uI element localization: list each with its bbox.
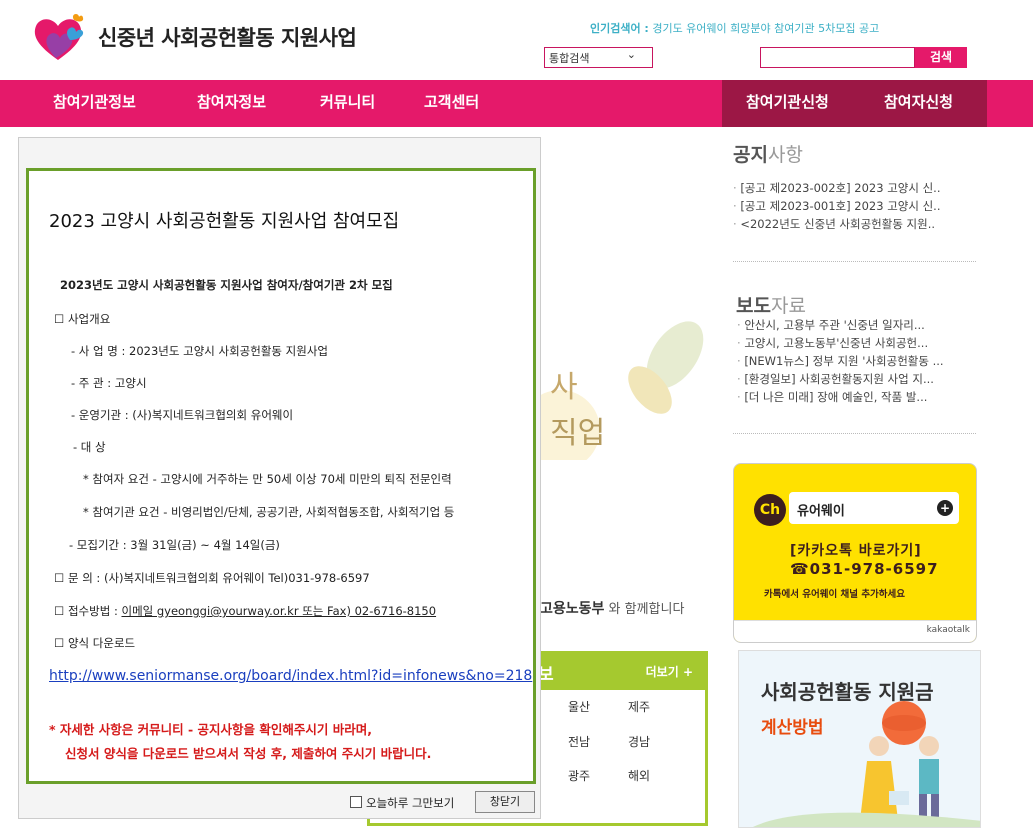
list-item[interactable]: [공고 제2023-001호] 2023 고양시 신.. <box>733 197 968 215</box>
submit-label: ☐ 접수방법 : <box>54 604 122 618</box>
press-list: 안산시, 고용부 주관 '신중년 일자리... 고양시, 고용노동부'신중년 사… <box>737 316 972 406</box>
notice-section-title[interactable]: 공지사항 <box>733 140 803 167</box>
ministry-name: 고용노동부 <box>540 601 605 617</box>
logo-hearts-icon[interactable] <box>30 10 90 65</box>
press-section-title[interactable]: 보도자료 <box>736 291 806 318</box>
ministry-credit: 고용노동부 와 함께합니다 <box>540 598 684 618</box>
region-gwangju[interactable]: 광주 <box>568 767 590 784</box>
banner-text-2: 직업 <box>550 416 606 451</box>
notice-popup: 2023 고양시 사회공헌활동 지원사업 참여모집 2023년도 고양시 사회공… <box>18 137 541 819</box>
popup-line: ☐ 사업개요 <box>54 312 111 326</box>
press-title-bold: 보도 <box>736 295 771 317</box>
kakao-shortcut: [카카오톡 바로가기] <box>790 543 922 559</box>
popup-subtitle: 2023년도 고양시 사회공헌활동 지원사업 참여자/참여기관 2차 모집 <box>60 278 393 292</box>
search-button[interactable]: 검색 <box>915 47 967 68</box>
popular-terms[interactable]: 경기도 유어웨이 희망분야 참여기관 5차모집 공고 <box>652 22 879 35</box>
kakao-channel-icon: Ch <box>754 494 786 526</box>
popup-line: - 모집기간 : 3월 31일(금) ~ 4월 14일(금) <box>69 538 280 552</box>
region-jeju[interactable]: 제주 <box>628 698 650 715</box>
list-item[interactable]: [공고 제2023-002호] 2023 고양시 신.. <box>733 179 968 197</box>
list-item[interactable]: <2022년도 신중년 사회공헌활동 지원.. <box>733 215 968 233</box>
popup-line: - 사 업 명 : 2023년도 고양시 사회공헌활동 지원사업 <box>71 344 328 358</box>
popup-line: ☐ 문 의 : (사)복지네트워크협의회 유어웨이 Tel)031-978-65… <box>54 571 370 585</box>
popup-line: ☐ 양식 다운로드 <box>54 636 136 650</box>
popup-footer: 오늘하루 그만보기 창닫기 <box>19 790 540 818</box>
kakao-channel-name: 유어웨이 <box>797 504 845 519</box>
region-more-link[interactable]: 더보기 + <box>646 663 693 680</box>
banner-text-1: 사 <box>550 370 578 405</box>
divider <box>733 261 976 262</box>
search-input[interactable] <box>760 47 915 68</box>
dont-show-today-label[interactable]: 오늘하루 그만보기 <box>366 795 454 811</box>
notice-title-rest: 사항 <box>767 144 803 166</box>
search-scope-select[interactable]: 통합검색 ⌄ <box>544 47 653 68</box>
popup-notice-2: 신청서 양식을 다운로드 받으셔서 작성 후, 제출하여 주시기 바랍니다. <box>65 746 432 761</box>
list-item[interactable]: [NEW1뉴스] 정부 지원 '사회공헌활동 ... <box>737 352 972 370</box>
chevron-down-icon: ⌄ <box>626 48 636 61</box>
nav-apply-area: 참여기관신청 참여자신청 <box>722 80 987 127</box>
popup-submit-method: ☐ 접수방법 : 이메일 gyeonggi@yourway.or.kr 또는 F… <box>54 603 436 619</box>
subsidy-calc-banner[interactable]: 사회공헌활동 지원금 계산방법 <box>738 650 981 828</box>
region-jeonnam[interactable]: 전남 <box>568 733 590 750</box>
kakao-channel-name-box: 유어웨이 + <box>789 492 959 524</box>
region-gyeongnam[interactable]: 경남 <box>628 733 650 750</box>
region-overseas[interactable]: 해외 <box>628 767 650 784</box>
search-scope-value: 통합검색 <box>549 52 590 65</box>
press-title-rest: 자료 <box>770 295 806 317</box>
nav-item-institution-apply[interactable]: 참여기관신청 <box>746 80 829 127</box>
popup-content: 2023 고양시 사회공헌활동 지원사업 참여모집 2023년도 고양시 사회공… <box>26 168 536 784</box>
elderly-couple-illustration <box>753 701 980 827</box>
notice-title-bold: 공지 <box>733 144 768 166</box>
kakao-phone: ☎031-978-6597 <box>790 560 939 578</box>
kakao-channel-banner[interactable]: Ch 유어웨이 + [카카오톡 바로가기] ☎031-978-6597 카톡에서… <box>733 463 977 643</box>
popular-search-terms: 인기검색어 : 경기도 유어웨이 희망분야 참여기관 5차모집 공고 <box>590 20 879 36</box>
notice-list: [공고 제2023-002호] 2023 고양시 신.. [공고 제2023-0… <box>733 179 968 233</box>
plus-icon: + <box>937 500 953 516</box>
popup-line: * 참여기관 요건 - 비영리법인/단체, 공공기관, 사회적협동조합, 사회적… <box>83 505 455 519</box>
kakaotalk-logo: kakaotalk <box>926 625 970 635</box>
region-ulsan[interactable]: 울산 <box>568 698 590 715</box>
nav-item-institution-info[interactable]: 참여기관정보 <box>53 80 136 127</box>
popup-notice-1: * 자세한 사항은 커뮤니티 - 공지사항을 확인해주시기 바라며, <box>49 722 372 737</box>
popular-label: 인기검색어 : <box>590 22 649 35</box>
nav-item-participant-apply[interactable]: 참여자신청 <box>884 80 953 127</box>
popup-line: - 운영기관 : (사)복지네트워크협의회 유어웨이 <box>71 408 294 422</box>
popup-line: * 참여자 요건 - 고양시에 거주하는 만 50세 이상 70세 미만의 퇴직… <box>83 472 452 486</box>
list-item[interactable]: 고양시, 고용노동부'신중년 사회공헌... <box>737 334 972 352</box>
dont-show-today-checkbox[interactable] <box>350 796 362 808</box>
nav-item-community[interactable]: 커뮤니티 <box>320 80 375 127</box>
popup-title: 2023 고양시 사회공헌활동 지원사업 참여모집 <box>49 211 400 232</box>
banner-watermark: 사 직업 <box>520 310 720 470</box>
list-item[interactable]: [환경일보] 사회공헌활동지원 사업 지... <box>737 370 972 388</box>
nav-item-customer-center[interactable]: 고객센터 <box>424 80 479 127</box>
main-nav: 참여기관정보 참여자정보 커뮤니티 고객센터 참여기관신청 참여자신청 <box>0 80 1033 127</box>
site-title[interactable]: 신중년 사회공헌활동 지원사업 <box>98 22 357 52</box>
kakao-footer: kakaotalk <box>734 620 976 642</box>
popup-line: - 대 상 <box>73 440 106 454</box>
divider <box>733 433 976 434</box>
ministry-rest: 와 함께합니다 <box>608 602 685 617</box>
list-item[interactable]: 안산시, 고용부 주관 '신중년 일자리... <box>737 316 972 334</box>
list-item[interactable]: [더 나은 미래] 장애 예술인, 작품 발... <box>737 388 972 406</box>
nav-item-participant-info[interactable]: 참여자정보 <box>197 80 266 127</box>
close-popup-button[interactable]: 창닫기 <box>475 791 535 813</box>
form-download-link[interactable]: http://www.seniormanse.org/board/index.h… <box>49 668 532 684</box>
kakao-hint: 카톡에서 유어웨이 채널 추가하세요 <box>764 589 906 600</box>
submit-method-text: 이메일 gyeonggi@yourway.or.kr 또는 Fax) 02-67… <box>121 604 437 618</box>
site-header: 신중년 사회공헌활동 지원사업 인기검색어 : 경기도 유어웨이 희망분야 참여… <box>0 0 1033 80</box>
popup-line: - 주 관 : 고양시 <box>71 376 147 390</box>
